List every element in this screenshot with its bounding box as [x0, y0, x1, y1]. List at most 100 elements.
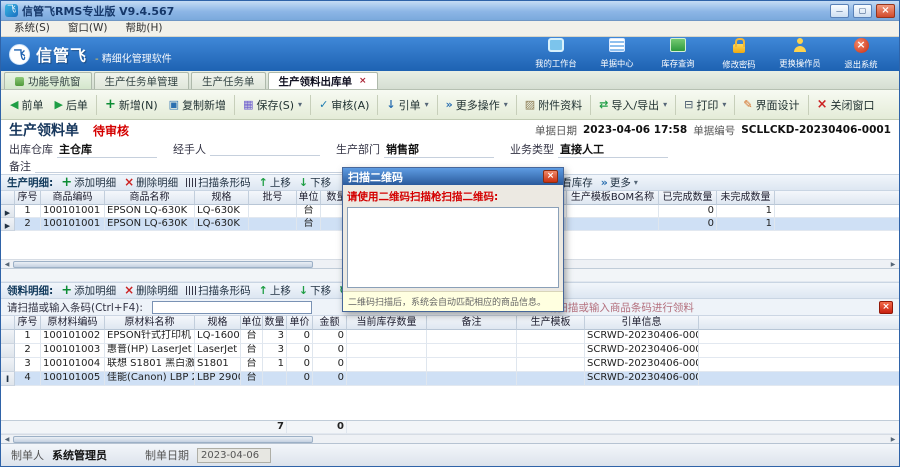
cell-amount[interactable]: 0	[313, 358, 347, 372]
quick-action-inventory[interactable]: 库存查询	[652, 38, 704, 71]
column-header[interactable]: 数量	[263, 316, 287, 330]
quick-action-password[interactable]: 修改密码	[713, 38, 765, 71]
cell-spec[interactable]: LQ-1600K	[195, 330, 241, 344]
column-header[interactable]: 生产模板	[517, 316, 585, 330]
print-button[interactable]: 打印	[679, 94, 731, 116]
handler-field[interactable]	[210, 142, 320, 156]
menu-window[interactable]: 窗口(W)	[59, 21, 117, 36]
cell-remark[interactable]	[427, 372, 517, 386]
cell-seq[interactable]: 1	[15, 205, 41, 218]
table-row[interactable]: 2 100101003 惠普(HP) LaserJet 1020 LaserJe…	[1, 344, 899, 358]
cell-amount[interactable]: 0	[313, 344, 347, 358]
cell-spec[interactable]: LQ-630K	[195, 205, 249, 218]
cell-seq[interactable]: 2	[15, 344, 41, 358]
column-header[interactable]: 当前库存数量	[347, 316, 427, 330]
table-row[interactable]: 1 100101002 EPSON针式打印机 LQ-1600K 台 3 0 0 …	[1, 330, 899, 344]
cell-remark[interactable]	[427, 330, 517, 344]
column-header[interactable]: 原材料名称	[105, 316, 195, 330]
cell-product-code[interactable]: 100101001	[41, 205, 105, 218]
tab-task-order-mgmt[interactable]: 生产任务单管理	[94, 72, 190, 89]
save-button[interactable]: 保存(S)	[238, 94, 307, 116]
cell-unit[interactable]: 台	[241, 330, 263, 344]
clear-scan-button[interactable]	[879, 301, 893, 314]
tab-material-issue-order[interactable]: 生产领料出库单	[268, 72, 378, 89]
table-row[interactable]: 4 100101005 佳能(Canon) LBP 2900+ 黑白激 LBP …	[1, 372, 899, 386]
scroll-right-icon[interactable]	[887, 261, 899, 268]
production-scan-barcode-button[interactable]: 扫描条形码	[186, 175, 251, 190]
column-header[interactable]: 金额	[313, 316, 347, 330]
cell-qty[interactable]	[263, 372, 287, 386]
cell-spec[interactable]: LBP 2900	[195, 372, 241, 386]
menu-system[interactable]: 系统(S)	[5, 21, 59, 36]
barcode-input[interactable]	[152, 301, 312, 314]
titlebar[interactable]: 信管飞RMS专业版 V9.4.567	[1, 1, 899, 21]
materials-move-down-button[interactable]: 下移	[299, 283, 331, 298]
cell-unit[interactable]: 台	[297, 205, 321, 218]
cell-source-doc[interactable]: SCRWD-20230406-0001	[585, 358, 699, 372]
column-header[interactable]: 备注	[427, 316, 517, 330]
cell-template[interactable]	[517, 344, 585, 358]
copy-new-button[interactable]: 复制新增	[164, 94, 231, 116]
column-header[interactable]: 未完成数量	[717, 191, 775, 205]
cell-completed-qty[interactable]: 0	[659, 205, 717, 218]
cell-product-name[interactable]: EPSON LQ-630K	[105, 205, 195, 218]
materials-delete-row-button[interactable]: 删除明细	[124, 283, 178, 298]
materials-scan-barcode-button[interactable]: 扫描条形码	[186, 283, 251, 298]
production-delete-row-button[interactable]: 删除明细	[124, 175, 178, 190]
column-header[interactable]: 单价	[287, 316, 313, 330]
cell-material-name[interactable]: 惠普(HP) LaserJet 1020	[105, 344, 195, 358]
quick-action-doc-center[interactable]: 单据中心	[591, 38, 643, 71]
cell-stock-qty[interactable]	[347, 372, 427, 386]
cell-unit[interactable]: 台	[241, 358, 263, 372]
cell-uncompleted-qty[interactable]: 1	[717, 218, 775, 231]
department-field[interactable]: 销售部	[384, 141, 494, 158]
cell-qty[interactable]: 1	[263, 358, 287, 372]
cell-source-doc[interactable]: SCRWD-20230406-0001	[585, 330, 699, 344]
attachments-button[interactable]: 附件资料	[520, 94, 587, 116]
cell-stock-qty[interactable]	[347, 344, 427, 358]
menu-help[interactable]: 帮助(H)	[116, 21, 171, 36]
dialog-close-button[interactable]	[543, 170, 558, 183]
column-header[interactable]: 规格	[195, 191, 249, 205]
column-header[interactable]: 单位	[297, 191, 321, 205]
scroll-left-icon[interactable]	[1, 261, 13, 268]
close-window-button[interactable]: 关闭窗口	[812, 94, 880, 116]
column-header[interactable]: 序号	[15, 316, 41, 330]
cell-bom-name[interactable]	[567, 205, 659, 218]
cell-seq[interactable]: 2	[15, 218, 41, 231]
tab-task-order[interactable]: 生产任务单	[191, 72, 266, 89]
quick-action-exit[interactable]: 退出系统	[835, 38, 887, 71]
cell-spec[interactable]: S1801	[195, 358, 241, 372]
materials-add-row-button[interactable]: 添加明细	[61, 283, 116, 298]
cell-source-doc[interactable]: SCRWD-20230406-0001	[585, 372, 699, 386]
production-add-row-button[interactable]: 添加明细	[61, 175, 116, 190]
qr-scan-textarea[interactable]	[347, 207, 559, 288]
column-header[interactable]: 批号	[249, 191, 297, 205]
scroll-right-icon[interactable]	[887, 436, 899, 443]
cell-price[interactable]: 0	[287, 330, 313, 344]
ui-design-button[interactable]: 界面设计	[738, 94, 804, 116]
cell-bom-name[interactable]	[567, 218, 659, 231]
cell-remark[interactable]	[427, 358, 517, 372]
cell-unit[interactable]: 台	[297, 218, 321, 231]
production-move-up-button[interactable]: 上移	[259, 175, 291, 190]
audit-button[interactable]: 审核(A)	[314, 94, 374, 116]
quick-action-operator[interactable]: 更换操作员	[774, 38, 826, 71]
column-header[interactable]: 原材料编码	[41, 316, 105, 330]
column-header[interactable]: 生产模板BOM名称	[567, 191, 659, 205]
cell-completed-qty[interactable]: 0	[659, 218, 717, 231]
cell-batch[interactable]	[249, 218, 297, 231]
cell-seq[interactable]: 4	[15, 372, 41, 386]
quick-action-workbench[interactable]: 我的工作台	[530, 38, 582, 71]
cell-material-code[interactable]: 100101003	[41, 344, 105, 358]
cell-uncompleted-qty[interactable]: 1	[717, 205, 775, 218]
dialog-titlebar[interactable]: 扫描二维码	[343, 168, 563, 185]
cell-material-code[interactable]: 100101002	[41, 330, 105, 344]
new-button[interactable]: 新增(N)	[100, 94, 163, 116]
import-export-button[interactable]: 导入/导出	[594, 94, 672, 116]
cell-material-name[interactable]: 佳能(Canon) LBP 2900+ 黑白激	[105, 372, 195, 386]
scrollbar-thumb[interactable]	[13, 261, 313, 268]
cell-stock-qty[interactable]	[347, 330, 427, 344]
cell-spec[interactable]: LQ-630K	[195, 218, 249, 231]
cell-unit[interactable]: 台	[241, 344, 263, 358]
